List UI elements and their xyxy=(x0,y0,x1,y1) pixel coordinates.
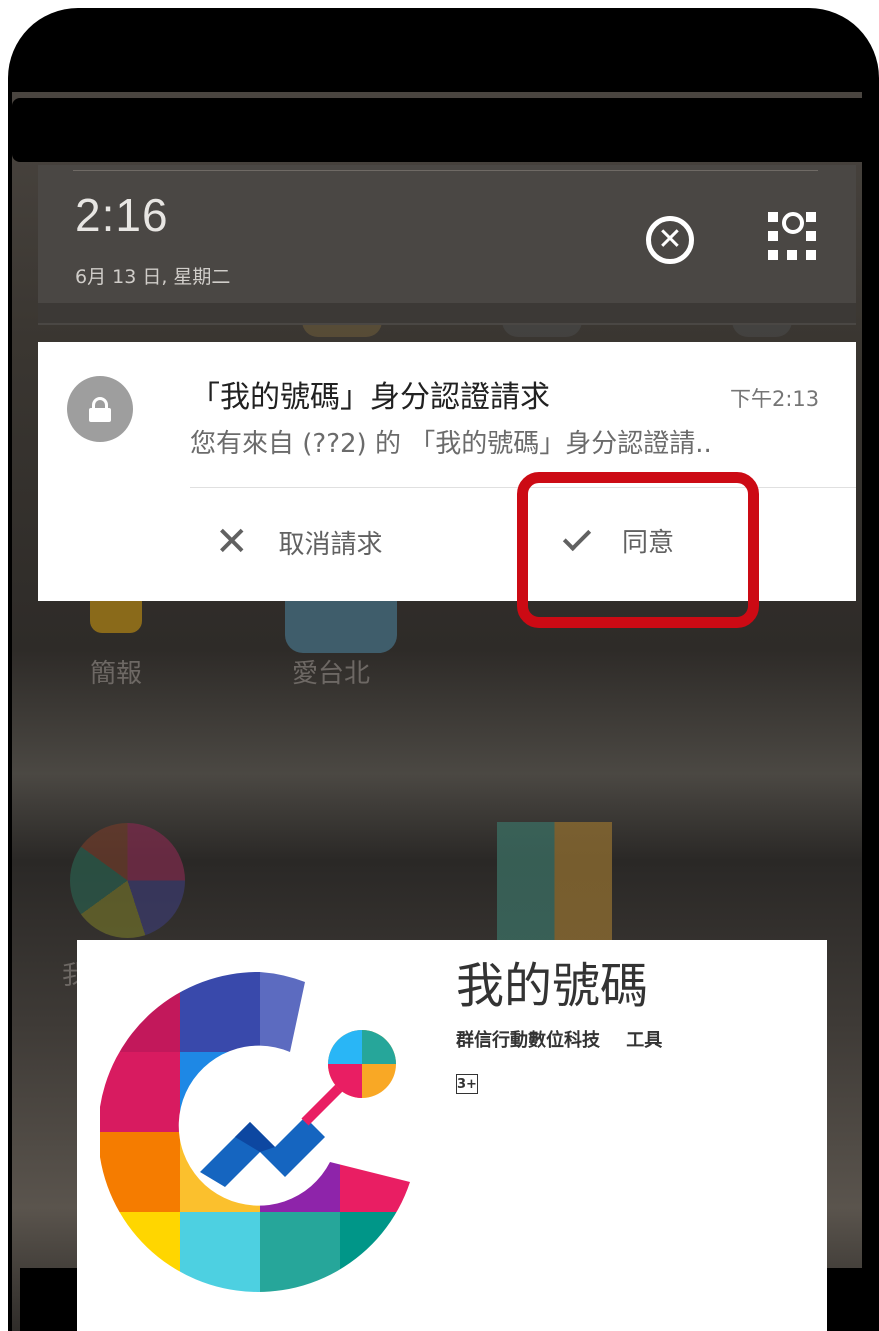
app-icon-partial[interactable] xyxy=(497,822,612,940)
my-number-app-icon[interactable] xyxy=(70,823,185,938)
cancel-request-button[interactable]: ✕ 取消請求 xyxy=(215,522,383,562)
content-rating-badge: 3+ xyxy=(456,1074,478,1094)
lock-icon xyxy=(67,376,133,442)
clear-notifications-icon[interactable]: ✕ xyxy=(646,216,694,264)
app-meta: 群信行動數位科技 工具 xyxy=(456,1026,662,1052)
app-name: 我的號碼 xyxy=(456,958,649,1014)
quick-panel-strip xyxy=(38,303,856,323)
quick-settings-icon[interactable] xyxy=(768,212,816,260)
category-link[interactable]: 工具 xyxy=(626,1030,662,1051)
close-icon: ✕ xyxy=(215,519,249,565)
app-logo xyxy=(100,972,420,1292)
taipei-app-icon[interactable] xyxy=(285,595,397,653)
divider xyxy=(73,170,818,171)
status-bar xyxy=(12,98,872,162)
app-label-taipei: 愛台北 xyxy=(292,659,371,689)
app-label-slides: 簡報 xyxy=(90,659,143,689)
cancel-request-label: 取消請求 xyxy=(278,529,383,560)
developer-link[interactable]: 群信行動數位科技 xyxy=(456,1030,600,1051)
notification-title: 「我的號碼」身分認證請求 xyxy=(190,380,550,415)
clock: 2:16 xyxy=(75,189,169,241)
notification-text: 您有來自 (??2) 的 「我的號碼」身分認證請.. xyxy=(190,429,712,459)
date: 6月 13 日, 星期二 xyxy=(75,266,231,288)
highlight-box xyxy=(517,472,759,628)
notification-time: 下午2:13 xyxy=(730,387,820,411)
